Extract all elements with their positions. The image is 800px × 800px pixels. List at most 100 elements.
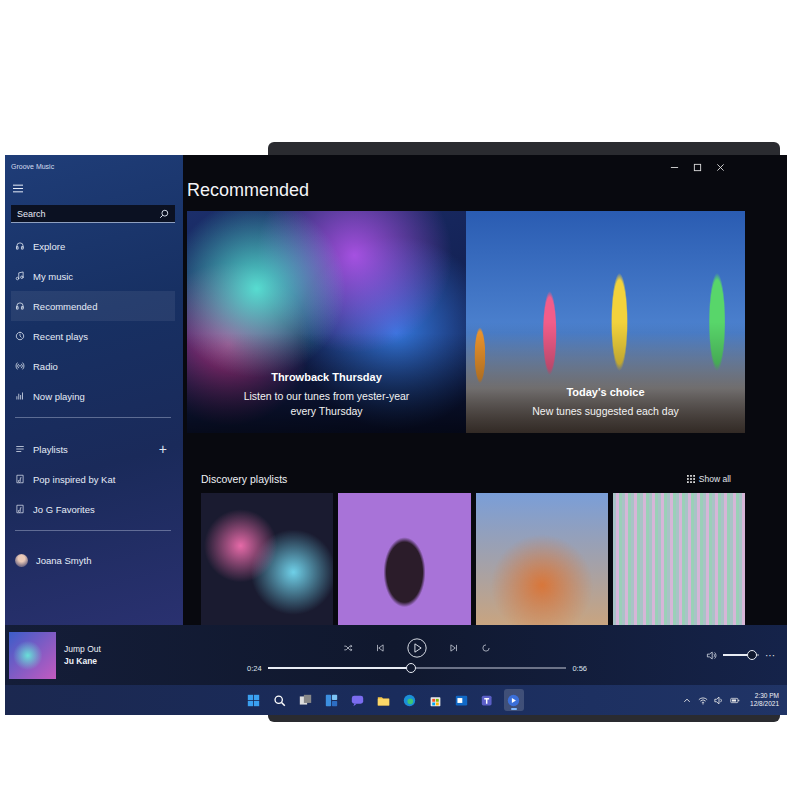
volume-area: ··· xyxy=(665,650,775,661)
taskbar-button[interactable] xyxy=(504,689,524,711)
chat-icon xyxy=(351,694,364,707)
divider xyxy=(15,530,171,531)
playlist-item[interactable]: Pop inspired by Kat xyxy=(11,464,175,494)
section-header: Discovery playlists Show all xyxy=(187,473,745,485)
hero-banner: Throwback ThursdayListen to our tunes fr… xyxy=(187,211,745,433)
system-tray: 2:30 PM12/8/2021 xyxy=(682,692,779,708)
taskbar-apps xyxy=(5,689,682,711)
hero-caption: Throwback ThursdayListen to our tunes fr… xyxy=(234,371,420,433)
album-art xyxy=(9,632,56,679)
page-title: Recommended xyxy=(187,179,745,201)
hero-card[interactable]: Throwback ThursdayListen to our tunes fr… xyxy=(187,211,466,433)
clock[interactable]: 2:30 PM12/8/2021 xyxy=(746,692,779,708)
maximize-icon[interactable] xyxy=(693,163,702,172)
start-icon xyxy=(247,694,260,707)
taskbar-button[interactable] xyxy=(374,689,394,711)
laptop-screen: Groove MusicSearchExploreMy musicRecomme… xyxy=(5,155,787,715)
sidebar-item[interactable]: Now playing xyxy=(11,381,175,411)
playlist-tile[interactable] xyxy=(338,493,470,625)
window-title: Groove Music xyxy=(11,163,175,170)
taskbar-button[interactable] xyxy=(244,689,264,711)
transport: 0:24 0:56 xyxy=(229,638,665,673)
seek-bar: 0:24 0:56 xyxy=(247,664,587,673)
play-pause-button[interactable] xyxy=(407,638,427,658)
next-icon[interactable] xyxy=(449,643,459,653)
minimize-icon[interactable] xyxy=(670,163,679,172)
magnifier-icon[interactable] xyxy=(159,209,169,219)
search-field[interactable]: Search xyxy=(11,205,175,223)
user-account[interactable]: Joana Smyth xyxy=(11,545,175,575)
taskbar-button[interactable] xyxy=(270,689,290,711)
list-icon xyxy=(15,444,25,454)
explorer-icon xyxy=(377,694,390,707)
sidebar-item[interactable]: Explore xyxy=(11,231,175,261)
page: Groove MusicSearchExploreMy musicRecomme… xyxy=(0,0,800,800)
nav-icon xyxy=(15,391,25,401)
speaker-icon[interactable] xyxy=(706,650,717,661)
teams-icon xyxy=(481,694,494,707)
playlist-tile[interactable] xyxy=(476,493,608,625)
nav-icon xyxy=(15,331,25,341)
seek-slider[interactable] xyxy=(268,667,567,669)
groove-icon xyxy=(507,694,520,707)
taskview-icon xyxy=(299,694,312,707)
track-artist: Ju Kane xyxy=(64,656,101,666)
show-all-link[interactable]: Show all xyxy=(687,474,731,484)
search-placeholder: Search xyxy=(17,209,155,219)
sidebar-item[interactable]: My music xyxy=(11,261,175,291)
playlists-header[interactable]: Playlists+ xyxy=(11,434,175,464)
taskbar-button[interactable] xyxy=(322,689,342,711)
hamburger-icon[interactable] xyxy=(13,184,23,193)
playlist-item[interactable]: Jo G Favorites xyxy=(11,494,175,524)
wifi-icon[interactable] xyxy=(698,696,708,705)
search-icon xyxy=(273,694,286,707)
title-bar xyxy=(187,155,745,179)
track-title: Jump Out xyxy=(64,644,101,654)
widgets-icon xyxy=(325,694,338,707)
playlist-icon xyxy=(15,474,25,484)
sidebar: Groove Music Search ExploreMy musicRecomme… xyxy=(5,155,183,625)
taskbar-button[interactable] xyxy=(296,689,316,711)
volume-icon[interactable] xyxy=(714,696,724,705)
nav-list: ExploreMy musicRecommendedRecent playsRa… xyxy=(11,231,175,411)
nav-icon xyxy=(15,301,25,311)
now-playing[interactable]: Jump Out Ju Kane xyxy=(9,632,229,679)
sidebar-item[interactable]: Recommended xyxy=(11,291,175,321)
playlist-grid xyxy=(187,493,745,625)
grid-icon xyxy=(687,475,695,483)
elapsed-time: 0:24 xyxy=(247,664,262,673)
playlist-icon xyxy=(15,504,25,514)
nav-icon xyxy=(15,271,25,281)
playlist-tile[interactable] xyxy=(201,493,333,625)
groove-window: Groove MusicSearchExploreMy musicRecomme… xyxy=(5,155,787,625)
hero-caption: Today's choiceNew tunes suggested each d… xyxy=(524,386,687,433)
close-icon[interactable] xyxy=(716,163,725,172)
previous-icon[interactable] xyxy=(375,643,385,653)
battery-icon[interactable] xyxy=(730,696,740,705)
seek-thumb[interactable] xyxy=(406,663,416,673)
player-bar: Jump Out Ju Kane 0:24 0:56 ··· xyxy=(5,625,787,685)
nav-icon xyxy=(15,241,25,251)
volume-thumb[interactable] xyxy=(747,650,757,660)
more-button[interactable]: ··· xyxy=(765,650,775,661)
taskbar-button[interactable] xyxy=(478,689,498,711)
add-playlist-button[interactable]: + xyxy=(159,442,171,456)
avatar-icon xyxy=(15,554,28,567)
taskbar-button[interactable] xyxy=(348,689,368,711)
chevron-up-icon[interactable] xyxy=(682,696,692,705)
taskbar-button[interactable] xyxy=(400,689,420,711)
hero-card[interactable]: Today's choiceNew tunes suggested each d… xyxy=(466,211,745,433)
divider xyxy=(15,417,171,418)
shuffle-icon[interactable] xyxy=(343,643,353,653)
duration-time: 0:56 xyxy=(572,664,587,673)
sidebar-item[interactable]: Recent plays xyxy=(11,321,175,351)
taskbar-button[interactable] xyxy=(452,689,472,711)
nav-icon xyxy=(15,361,25,371)
playlist-tile[interactable] xyxy=(613,493,745,625)
volume-slider[interactable] xyxy=(723,654,759,656)
sidebar-item[interactable]: Radio xyxy=(11,351,175,381)
edge-icon xyxy=(403,694,416,707)
store-icon xyxy=(429,694,442,707)
repeat-icon[interactable] xyxy=(481,643,491,653)
taskbar-button[interactable] xyxy=(426,689,446,711)
